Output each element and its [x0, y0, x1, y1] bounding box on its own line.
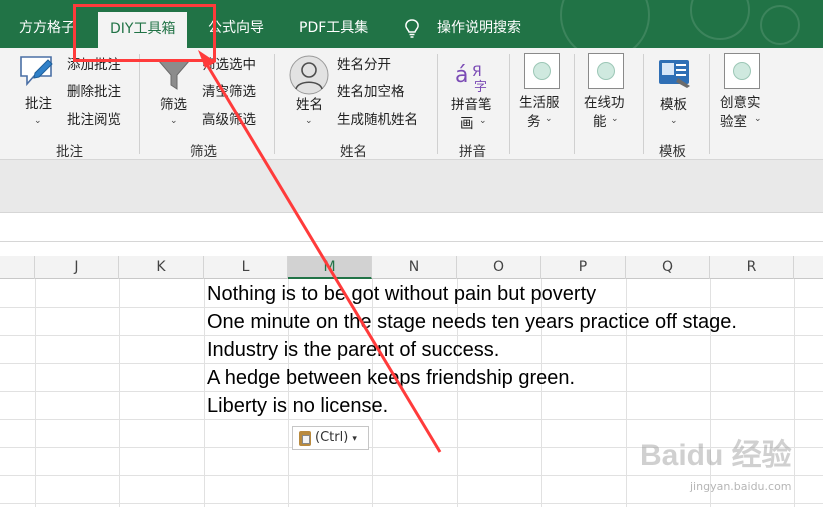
annotation-arrow-icon — [198, 50, 442, 453]
excel-window: 方方格子 DIY工具箱 公式向导 PDF工具集 操作说明搜索 批注 ⌄ 添加批注… — [0, 0, 823, 507]
